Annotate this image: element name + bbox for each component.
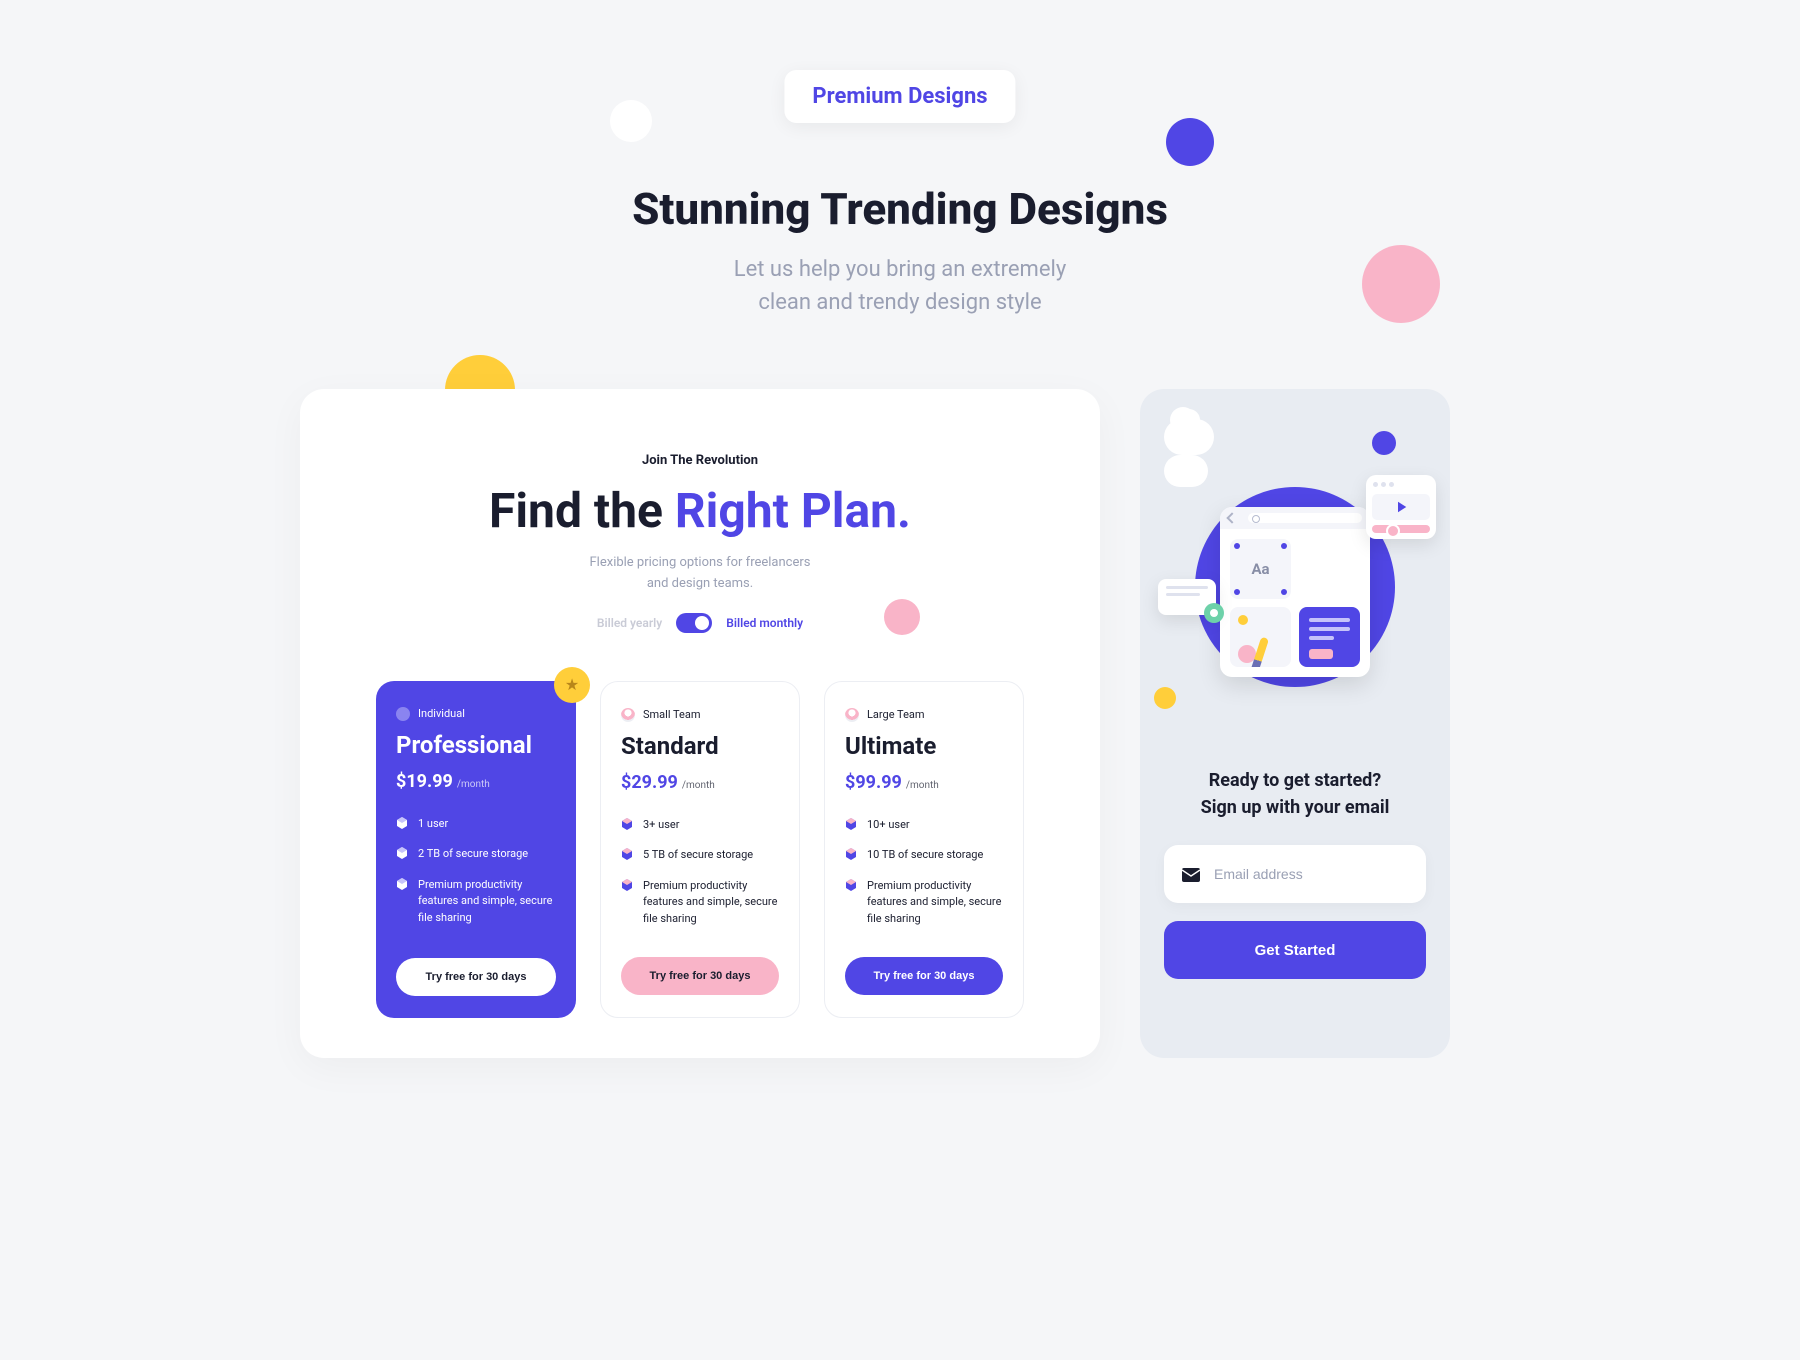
decoration-circle-white xyxy=(610,100,652,142)
pricing-panel: Join The Revolution Find the Right Plan.… xyxy=(300,389,1100,1058)
cube-icon xyxy=(845,848,857,860)
plan-features: 10+ user 10 TB of secure storage Premium… xyxy=(845,817,1003,942)
plan-card-ultimate[interactable]: Large Team Ultimate $99.99/month 10+ use… xyxy=(824,681,1024,1019)
decoration-circle-purple-small xyxy=(1372,431,1396,455)
back-arrow-icon xyxy=(1226,512,1237,523)
cube-icon xyxy=(396,817,408,829)
billing-monthly-label[interactable]: Billed monthly xyxy=(726,616,803,630)
decoration-circle-yellow-small xyxy=(1154,687,1176,709)
tier-dot-icon xyxy=(396,707,410,721)
cube-icon xyxy=(621,818,633,830)
decoration-circle-purple xyxy=(1166,118,1214,166)
hero-subtitle: Let us help you bring an extremely clean… xyxy=(260,253,1540,319)
star-icon: ★ xyxy=(554,667,590,703)
email-field[interactable] xyxy=(1214,866,1408,882)
plan-price: $19.99/month xyxy=(396,771,556,792)
plan-name: Professional xyxy=(396,731,556,759)
plan-cta-button[interactable]: Try free for 30 days xyxy=(845,957,1003,995)
billing-toggle: Billed yearly Billed monthly xyxy=(340,613,1060,633)
cube-icon xyxy=(396,878,408,890)
decoration-circle-pink-small xyxy=(884,599,920,635)
plan-cta-button[interactable]: Try free for 30 days xyxy=(396,958,556,996)
cube-icon xyxy=(845,818,857,830)
pricing-subtitle: Flexible pricing options for freelancers… xyxy=(340,553,1060,595)
plan-tier: Individual xyxy=(396,707,556,721)
plan-price: $99.99/month xyxy=(845,772,1003,793)
tier-dot-icon xyxy=(621,708,635,722)
decoration-circle-pink xyxy=(1362,245,1440,323)
plan-tier: Large Team xyxy=(845,708,1003,722)
cube-icon xyxy=(845,879,857,891)
cloud-icon xyxy=(1164,455,1208,487)
signup-title: Ready to get started? Sign up with your … xyxy=(1164,767,1426,821)
play-icon xyxy=(1392,498,1410,516)
plan-name: Standard xyxy=(621,732,779,760)
chat-card-icon xyxy=(1158,579,1216,615)
plan-features: 3+ user 5 TB of secure storage Premium p… xyxy=(621,817,779,942)
plan-row: ★ Individual Professional $19.99/month 1… xyxy=(340,681,1060,1019)
signup-panel: Aa xyxy=(1140,389,1450,1058)
plan-cta-button[interactable]: Try free for 30 days xyxy=(621,957,779,995)
tier-dot-icon xyxy=(845,708,859,722)
get-started-button[interactable]: Get Started xyxy=(1164,921,1426,979)
plan-price: $29.99/month xyxy=(621,772,779,793)
billing-toggle-switch[interactable] xyxy=(676,613,712,633)
plan-features: 1 user 2 TB of secure storage Premium pr… xyxy=(396,816,556,943)
image-tile xyxy=(1230,607,1291,667)
hero-title: Stunning Trending Designs xyxy=(260,183,1540,235)
billing-yearly-label[interactable]: Billed yearly xyxy=(597,616,662,630)
typography-tile: Aa xyxy=(1230,539,1291,599)
plan-card-professional[interactable]: ★ Individual Professional $19.99/month 1… xyxy=(376,681,576,1019)
cube-icon xyxy=(621,848,633,860)
plan-name: Ultimate xyxy=(845,732,1003,760)
avatar-icon xyxy=(1204,603,1224,623)
premium-badge: Premium Designs xyxy=(784,70,1015,123)
pricing-title: Find the Right Plan. xyxy=(340,482,1060,539)
cube-icon xyxy=(396,847,408,859)
search-bar-icon xyxy=(1248,513,1362,523)
cube-icon xyxy=(621,879,633,891)
video-card-icon xyxy=(1366,475,1436,539)
plan-tier: Small Team xyxy=(621,708,779,722)
email-input-container xyxy=(1164,845,1426,903)
pricing-eyebrow: Join The Revolution xyxy=(340,453,1060,468)
text-tile xyxy=(1299,607,1360,667)
mail-icon xyxy=(1182,867,1200,881)
signup-illustration: Aa xyxy=(1164,419,1426,749)
illustration-browser: Aa xyxy=(1220,507,1370,677)
plan-card-standard[interactable]: Small Team Standard $29.99/month 3+ user… xyxy=(600,681,800,1019)
